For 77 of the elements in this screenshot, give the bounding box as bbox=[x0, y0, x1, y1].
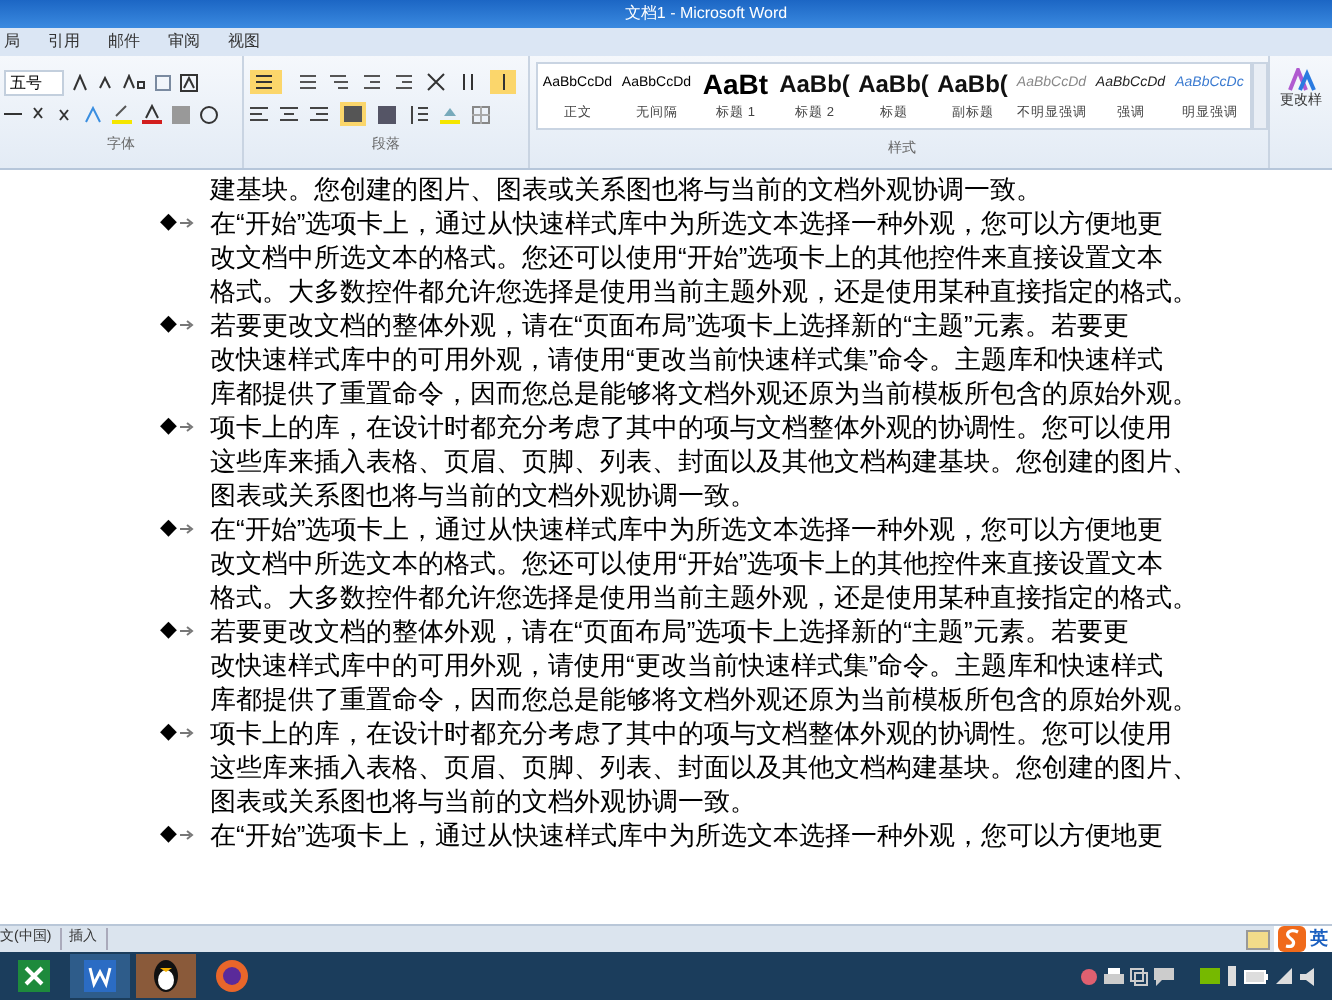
multilevel-list-icon[interactable] bbox=[328, 72, 350, 92]
tab-arrow-icon bbox=[180, 524, 194, 534]
paragraph-line: 在“开始”选项卡上，通过从快速样式库中为所选文本选择一种外观，您可以方便地更 bbox=[210, 512, 1166, 546]
paragraph-line: 若要更改文档的整体外观，请在“页面布局”选项卡上选择新的“主题”元素。若要更 bbox=[210, 308, 1131, 342]
ribbon-tab[interactable]: 邮件 bbox=[108, 30, 140, 54]
paragraph-line: 项卡上的库，在设计时都充分考虑了其中的项与文档整体外观的协调性。您可以使用 bbox=[210, 410, 1174, 444]
paragraph-line: 这些库来插入表格、页眉、页脚、列表、封面以及其他文档构建基块。您创建的图片、 bbox=[210, 444, 1198, 478]
change-styles-icon bbox=[1287, 68, 1315, 92]
word-icon[interactable] bbox=[70, 954, 130, 998]
battery-icon[interactable] bbox=[1244, 969, 1268, 983]
bullet-glyph: ◆ bbox=[160, 412, 176, 443]
paragraph-line: 项卡上的库，在设计时都充分考虑了其中的项与文档整体外观的协调性。您可以使用 bbox=[210, 716, 1174, 750]
window-title: 文档1 - Microsoft Word bbox=[624, 2, 788, 26]
bullet-glyph: ◆ bbox=[160, 514, 176, 545]
font-color-icon[interactable] bbox=[142, 104, 162, 124]
bullet-glyph: ◆ bbox=[160, 616, 176, 647]
asian-layout-icon[interactable] bbox=[426, 72, 446, 92]
paragraph-line: 改快速样式库中的可用外观，请使用“更改当前快速样式集”命令。主题库和快速样式 bbox=[210, 342, 1166, 376]
paragraph-line: 这些库来插入表格、页眉、页脚、列表、封面以及其他文档构建基块。您创建的图片、 bbox=[210, 750, 1198, 784]
numbered-list-icon[interactable] bbox=[294, 72, 316, 92]
windows-icon[interactable] bbox=[1130, 967, 1148, 985]
bullet-glyph: ◆ bbox=[160, 208, 176, 239]
style-preview: AaBb( bbox=[858, 68, 929, 100]
bullet-list-icon[interactable] bbox=[250, 70, 282, 94]
paragraph-line: 改快速样式库中的可用外观，请使用“更改当前快速样式集”命令。主题库和快速样式 bbox=[210, 648, 1166, 682]
justify-icon[interactable] bbox=[340, 102, 366, 126]
paragraph-line: 库都提供了重置命令，因而您总是能够将文档外观还原为当前模板所包含的原始外观。 bbox=[210, 682, 1198, 716]
formatting-marks-icon[interactable] bbox=[490, 70, 516, 94]
line-spacing-icon[interactable] bbox=[408, 105, 428, 123]
speaker-icon[interactable] bbox=[1300, 967, 1320, 985]
shrink-font-icon[interactable] bbox=[98, 74, 114, 90]
tab-arrow-icon bbox=[180, 728, 194, 738]
paragraph-line: 格式。大多数控件都允许您选择是使用当前主题外观，还是使用某种直接指定的格式。 bbox=[210, 274, 1198, 308]
tab-arrow-icon bbox=[180, 830, 194, 840]
align-center-icon[interactable] bbox=[280, 105, 298, 123]
grow-font-icon[interactable] bbox=[72, 73, 90, 91]
increase-indent-icon[interactable] bbox=[394, 72, 414, 92]
tab-arrow-icon bbox=[180, 626, 194, 636]
ribbon-tab[interactable]: 视图 bbox=[228, 30, 260, 54]
paragraph-line: 建基块。您创建的图片、图表或关系图也将与当前的文档外观协调一致。 bbox=[210, 172, 1042, 206]
paragraph-line: 改文档中所选文本的格式。您还可以使用“开始”选项卡上的其他控件来直接设置文本 bbox=[210, 240, 1166, 274]
ribbon-tab[interactable]: 引用 bbox=[48, 30, 80, 54]
subscript-icon[interactable] bbox=[32, 106, 48, 122]
paragraph-line: 图表或关系图也将与当前的文档外观协调一致。 bbox=[210, 784, 758, 818]
align-right-icon[interactable] bbox=[310, 105, 328, 123]
penguin-icon[interactable] bbox=[136, 954, 196, 998]
paragraph-line: 改文档中所选文本的格式。您还可以使用“开始”选项卡上的其他控件来直接设置文本 bbox=[210, 546, 1166, 580]
highlight-icon[interactable] bbox=[112, 104, 132, 124]
style-preview: AaBt bbox=[702, 68, 769, 100]
text-effects-icon[interactable] bbox=[84, 105, 102, 123]
bullet-glyph: ◆ bbox=[160, 820, 176, 851]
ribbon-tab[interactable]: 审阅 bbox=[168, 30, 200, 54]
font-size-dropdown[interactable]: 五号 bbox=[4, 69, 64, 95]
paragraph-line: 若要更改文档的整体外观，请在“页面布局”选项卡上选择新的“主题”元素。若要更 bbox=[210, 614, 1131, 648]
style-preview: AaBb( bbox=[937, 68, 1008, 100]
chat-icon[interactable] bbox=[1154, 967, 1174, 985]
paragraph-line: 在“开始”选项卡上，通过从快速样式库中为所选文本选择一种外观，您可以方便地更 bbox=[210, 206, 1166, 240]
superscript-icon[interactable] bbox=[58, 106, 74, 122]
style-preview: AaBb( bbox=[779, 68, 850, 100]
tab-arrow-icon bbox=[180, 422, 194, 432]
ime-toolbar[interactable]: 英 bbox=[1274, 925, 1332, 953]
paragraph-line: 图表或关系图也将与当前的文档外观协调一致。 bbox=[210, 478, 758, 512]
align-left-icon[interactable] bbox=[250, 105, 268, 123]
paragraph-line: 库都提供了重置命令，因而您总是能够将文档外观还原为当前模板所包含的原始外观。 bbox=[210, 376, 1198, 410]
printer-icon[interactable] bbox=[1104, 967, 1124, 985]
tab-arrow-icon bbox=[180, 320, 194, 330]
ribbon-tab[interactable]: 局 bbox=[4, 30, 20, 54]
decrease-indent-icon[interactable] bbox=[362, 72, 382, 92]
tab-arrow-icon bbox=[180, 218, 194, 228]
ime-mode-label: 英 bbox=[1310, 925, 1328, 952]
paragraph-line: 格式。大多数控件都允许您选择是使用当前主题外观，还是使用某种直接指定的格式。 bbox=[210, 580, 1198, 614]
bullet-glyph: ◆ bbox=[160, 310, 176, 341]
character-border-icon[interactable] bbox=[180, 73, 198, 91]
borders-icon[interactable] bbox=[472, 105, 490, 123]
paragraph-line: 在“开始”选项卡上，通过从快速样式库中为所选文本选择一种外观，您可以方便地更 bbox=[210, 818, 1164, 852]
bullet-glyph: ◆ bbox=[160, 718, 176, 749]
enclose-character-icon[interactable] bbox=[200, 105, 218, 123]
